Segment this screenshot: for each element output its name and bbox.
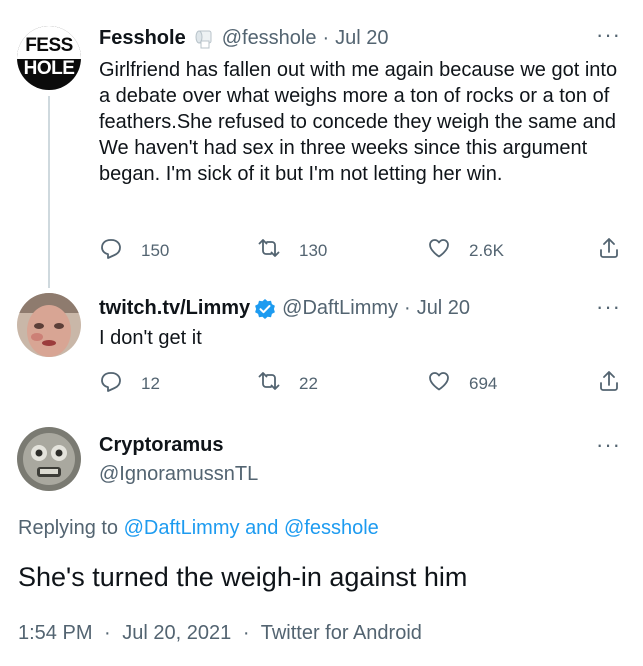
verified-icon bbox=[254, 298, 276, 320]
separator: · bbox=[104, 622, 111, 644]
toilet-roll-icon bbox=[194, 28, 214, 50]
reply-user-link[interactable]: @DaftLimmy bbox=[124, 517, 240, 539]
separator: · bbox=[404, 297, 411, 319]
handle[interactable]: @fesshole bbox=[222, 27, 317, 50]
reply-count: 12 bbox=[141, 373, 160, 393]
replying-prefix: Replying to bbox=[18, 517, 119, 539]
like-button[interactable]: 694 bbox=[427, 369, 497, 398]
avatar-text-top: FESS bbox=[25, 35, 73, 56]
more-icon[interactable]: ··· bbox=[596, 296, 621, 318]
share-icon bbox=[597, 371, 621, 397]
reply-user-link[interactable]: @fesshole bbox=[284, 517, 379, 539]
avatar-limmy[interactable] bbox=[17, 293, 81, 357]
display-name[interactable]: twitch.tv/Limmy bbox=[99, 297, 250, 320]
avatar-fesshole[interactable]: FESS HOLE bbox=[17, 26, 81, 90]
handle[interactable]: @DaftLimmy bbox=[282, 297, 398, 320]
display-name[interactable]: Cryptoramus bbox=[99, 434, 223, 457]
tweet-source[interactable]: Twitter for Android bbox=[261, 622, 422, 644]
retweet-icon bbox=[257, 236, 299, 265]
more-icon[interactable]: ··· bbox=[596, 434, 621, 456]
avatar-text-bottom: HOLE bbox=[23, 58, 75, 79]
retweet-icon bbox=[257, 369, 299, 398]
reply-button[interactable]: 150 bbox=[99, 236, 169, 265]
retweet-count: 22 bbox=[299, 373, 318, 393]
like-button[interactable]: 2.6K bbox=[427, 236, 504, 265]
tweet-meta: 1:54 PM · Jul 20, 2021 · Twitter for And… bbox=[18, 622, 422, 645]
tweet-text: Girlfriend has fallen out with me again … bbox=[99, 59, 618, 185]
reply-count: 150 bbox=[141, 240, 170, 260]
retweet-button[interactable]: 22 bbox=[257, 369, 318, 398]
avatar-cryptoramus[interactable] bbox=[17, 427, 81, 491]
tweet-actions: 12 22 694 bbox=[99, 369, 629, 399]
tweet-date[interactable]: Jul 20 bbox=[417, 297, 470, 320]
separator: · bbox=[242, 622, 250, 644]
more-icon[interactable]: ··· bbox=[596, 24, 621, 46]
tweet-date[interactable]: Jul 20, 2021 bbox=[122, 622, 231, 644]
reply-icon bbox=[99, 236, 141, 265]
reply-button[interactable]: 12 bbox=[99, 369, 160, 398]
thread-line bbox=[48, 96, 50, 288]
like-count: 694 bbox=[469, 373, 498, 393]
tweet-fesshole: FESS HOLE Fesshole @fesshole · Jul 20 ··… bbox=[0, 0, 643, 290]
replying-and: and bbox=[245, 517, 279, 539]
retweet-count: 130 bbox=[299, 240, 328, 260]
share-button[interactable] bbox=[597, 369, 621, 398]
tweet-time[interactable]: 1:54 PM bbox=[18, 622, 92, 644]
tweet-text: I don't get it bbox=[99, 327, 202, 349]
tweet-text: She's turned the weigh-in against him bbox=[18, 562, 468, 592]
reply-icon bbox=[99, 369, 141, 398]
retweet-button[interactable]: 130 bbox=[257, 236, 327, 265]
display-name[interactable]: Fesshole bbox=[99, 27, 186, 50]
tweet-limmy: twitch.tv/Limmy @DaftLimmy · Jul 20 ··· … bbox=[0, 290, 643, 410]
like-icon bbox=[427, 369, 469, 398]
tweet-date[interactable]: Jul 20 bbox=[335, 27, 388, 50]
handle[interactable]: @IgnoramussnTL bbox=[99, 463, 258, 486]
like-icon bbox=[427, 236, 469, 265]
tweet-actions: 150 130 2.6K bbox=[99, 236, 629, 266]
tweet-header: twitch.tv/Limmy @DaftLimmy · Jul 20 bbox=[99, 297, 470, 320]
share-button[interactable] bbox=[597, 236, 621, 265]
separator: · bbox=[322, 27, 330, 49]
tweet-header: Fesshole @fesshole · Jul 20 bbox=[99, 27, 389, 50]
share-icon bbox=[597, 238, 621, 264]
like-count: 2.6K bbox=[469, 240, 504, 260]
replying-to: Replying to @DaftLimmy and @fesshole bbox=[18, 517, 379, 540]
